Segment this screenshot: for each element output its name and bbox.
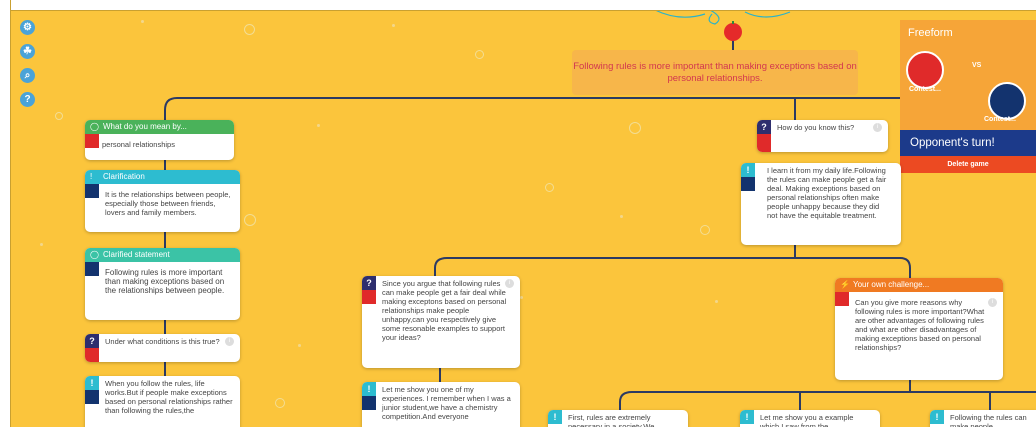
argument-map-canvas[interactable]: ⚙ ☘ ⌕ ? Following rules is more importan… (0, 0, 1036, 427)
info-icon[interactable]: i (225, 337, 234, 346)
answer-badge: ! (930, 410, 944, 424)
plant-icon[interactable]: ☘ (20, 44, 35, 59)
clarification-card[interactable]: ! Clarification It is the relationships … (85, 170, 240, 232)
contestant-marker (85, 348, 99, 362)
contestant1-label: Contest... (909, 86, 941, 93)
card-text: personal relationships (102, 140, 175, 149)
settings-icon[interactable]: ⚙ (20, 20, 35, 35)
lightning-icon: ⚡ (840, 280, 850, 289)
card-header: What do you mean by... (103, 122, 187, 131)
answer-card[interactable]: ! First, rules are extremely necessary i… (548, 410, 688, 427)
card-text: First, rules are extremely necessary in … (568, 413, 655, 427)
info-icon[interactable]: i (988, 298, 997, 307)
question-badge: ? (757, 120, 771, 134)
zoom-icon[interactable]: ⌕ (20, 68, 35, 83)
answer-card[interactable]: ! When you follow the rules, life works.… (85, 376, 240, 427)
answer-card[interactable]: ! I learn it from my daily life.Followin… (741, 163, 901, 245)
eye-icon: ◯ (90, 122, 99, 131)
card-text: I learn it from my daily life.Following … (767, 166, 887, 220)
answer-badge: ! (741, 163, 755, 177)
mode-label: Freeform (908, 27, 953, 39)
answer-badge: ! (548, 410, 562, 424)
question-card[interactable]: ? How do you know this? i (757, 120, 888, 152)
card-text: When you follow the rules, life works.Bu… (105, 379, 233, 415)
main-claim-text: Following rules is more important than m… (573, 61, 857, 84)
answer-badge: ! (740, 410, 754, 424)
card-header: Clarification (103, 172, 145, 181)
delete-game-button[interactable]: Delete game (900, 156, 1036, 173)
contestant1-avatar[interactable] (906, 51, 944, 89)
card-text: It is the relationships between people, … (105, 190, 231, 217)
card-text: How do you know this? (777, 123, 855, 132)
viewport-frame-left (0, 0, 11, 427)
card-text: Let me show you one of my experiences. I… (382, 385, 511, 421)
answer-badge: ! (85, 376, 99, 390)
main-claim-box[interactable]: Following rules is more important than m… (572, 50, 858, 95)
answer-card[interactable]: ! Following the rules can make people (930, 410, 1036, 427)
question-badge: ? (362, 276, 376, 290)
info-icon[interactable]: i (505, 279, 514, 288)
card-text: Since you argue that following rules can… (382, 279, 507, 342)
answer-badge: ! (362, 382, 376, 396)
card-header: Your own challenge... (853, 280, 930, 289)
question-card[interactable]: ? Under what conditions is this true? i (85, 334, 240, 362)
answer-card[interactable]: ! Let me show you one of my experiences.… (362, 382, 520, 427)
root-node-icon (724, 23, 742, 41)
contestant-marker (85, 134, 99, 148)
contestant-marker (85, 390, 99, 404)
what-mean-card[interactable]: ◯ What do you mean by... personal relati… (85, 120, 234, 160)
card-text: Following rules is more important than m… (105, 268, 225, 295)
card-header: Clarified statement (103, 250, 170, 259)
card-text: Can you give more reasons why following … (855, 298, 985, 352)
contestant-marker (362, 396, 376, 410)
vs-label: VS (972, 62, 982, 69)
question-badge: ? (85, 334, 99, 348)
contestant-marker (757, 134, 771, 152)
contestant2-label: Contest... (984, 116, 1016, 123)
clarified-statement-card[interactable]: ◯ Clarified statement Following rules is… (85, 248, 240, 320)
help-icon[interactable]: ? (20, 92, 35, 107)
card-text: Following the rules can make people (950, 413, 1027, 427)
info-icon[interactable]: i (873, 123, 882, 132)
contestant-marker (741, 177, 755, 191)
contestant2-avatar[interactable] (988, 82, 1026, 120)
turn-status: Opponent's turn! (900, 130, 1036, 156)
contestant-marker (835, 292, 849, 306)
card-text: Let me show you a example which I saw fr… (760, 413, 854, 427)
contestant-marker (85, 262, 99, 276)
eye-icon: ◯ (90, 250, 99, 259)
contestant-marker (85, 184, 99, 198)
exclamation-icon: ! (90, 172, 93, 181)
viewport-frame-top (0, 0, 1036, 11)
contestant-marker (362, 290, 376, 304)
challenge-card[interactable]: ⚡ Your own challenge... Can you give mor… (835, 278, 1003, 380)
card-text: Under what conditions is this true? (105, 337, 220, 346)
answer-card[interactable]: ! Let me show you a example which I saw … (740, 410, 880, 427)
question-card[interactable]: ? Since you argue that following rules c… (362, 276, 520, 368)
